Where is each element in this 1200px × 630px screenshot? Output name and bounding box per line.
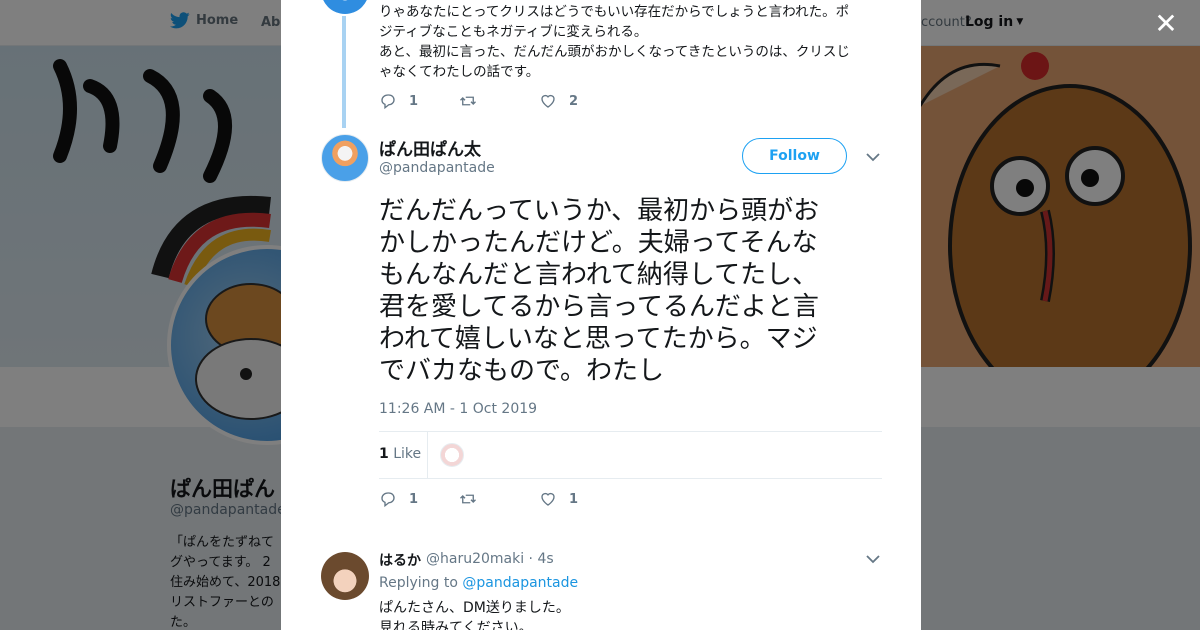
like-count: 1	[569, 491, 579, 507]
replying-to: Replying to @pandapantade	[379, 575, 578, 591]
tweet-text-line: あと、最初に言った、だんだん頭がおかしくなってきたというのは、クリスじ	[379, 44, 850, 60]
like-button[interactable]: 1	[539, 490, 619, 508]
tweet-text-line: 見れる時みてください。	[379, 620, 533, 630]
tweet-text-line: ぱんたさん、DM送りました。	[379, 600, 570, 616]
author-handle[interactable]: @pandapantade	[379, 160, 495, 176]
reply-count: 1	[409, 93, 419, 109]
tweet-text-line: ゃなくてわたしの話です。	[379, 64, 540, 80]
retweet-icon	[460, 494, 476, 504]
chevron-down-icon[interactable]	[865, 149, 881, 165]
tweet-text-line: かしかったんだけど。夫婦ってそんな	[379, 228, 818, 258]
tweet-text-line: われて嬉しいなと思ってたから。マジ	[379, 324, 818, 354]
retweet-icon	[460, 96, 476, 106]
heart-icon	[541, 492, 555, 506]
tweet-text: だんだんっていうか、最初から頭がお かしかったんだけど。夫婦ってそんな もんなん…	[379, 195, 869, 387]
replying-prefix: Replying to	[379, 575, 458, 591]
tweet-text-line: もんなんだと言われて納得してたし、	[379, 260, 819, 290]
main-tweet-actions: 1 1	[379, 490, 619, 508]
like-count: 2	[569, 93, 579, 109]
retweet-button[interactable]	[459, 92, 539, 110]
close-icon[interactable]: ✕	[1152, 10, 1180, 38]
liker-avatar[interactable]	[440, 443, 464, 467]
author-avatar[interactable]	[321, 134, 369, 182]
tweet-text-line: 君を愛してるから言ってるんだよと言	[379, 292, 819, 322]
previous-tweet-text: りゃあなたにとってクリスはどうでもいい存在だからでしょうと言われた。ポ ジティブ…	[379, 2, 879, 82]
replying-to-link[interactable]: @pandapantade	[462, 575, 578, 591]
tweet-modal: りゃあなたにとってクリスはどうでもいい存在だからでしょうと言われた。ポ ジティブ…	[281, 0, 921, 630]
tweet-text-line: だんだんっていうか、最初から頭がお	[379, 196, 820, 226]
retweet-button[interactable]	[459, 490, 539, 508]
tweet-text-line: ジティブなこともネガティブに変えられる。	[379, 24, 648, 40]
reply-button[interactable]: 1	[379, 92, 459, 110]
stats-divider	[427, 432, 428, 478]
heart-icon	[541, 94, 555, 108]
reply-count: 1	[409, 491, 419, 507]
tweet-timestamp[interactable]: 11:26 AM - 1 Oct 2019	[379, 401, 537, 417]
follow-button[interactable]: Follow	[742, 138, 847, 174]
reply-icon	[381, 94, 395, 110]
reply-button[interactable]: 1	[379, 490, 459, 508]
tweet-text-line: でバカなもので。わたし	[379, 356, 664, 386]
like-button[interactable]: 2	[539, 92, 619, 110]
likes-stat[interactable]: 1 Like	[379, 446, 421, 462]
reply-tweet-text: ぱんたさん、DM送りました。 見れる時みてください。	[379, 598, 570, 630]
likes-stat-label: Like	[393, 446, 422, 462]
reply-icon	[381, 492, 395, 508]
author-name[interactable]: ぱん田ぱん太	[379, 135, 481, 160]
reply-author-meta[interactable]: @haru20maki · 4s	[426, 551, 554, 567]
chevron-down-icon[interactable]	[865, 551, 881, 567]
previous-tweet-actions: 1 2	[379, 92, 619, 110]
thread-connector-line	[342, 16, 346, 128]
previous-tweet-avatar[interactable]	[321, 0, 369, 14]
reply-author-avatar[interactable]	[321, 552, 369, 600]
likes-stat-count: 1	[379, 446, 389, 462]
reply-author-name[interactable]: はるか	[379, 550, 421, 570]
tweet-text-line: りゃあなたにとってクリスはどうでもいい存在だからでしょうと言われた。ポ	[379, 4, 850, 20]
tweet-stats: 1 Like	[379, 431, 882, 479]
